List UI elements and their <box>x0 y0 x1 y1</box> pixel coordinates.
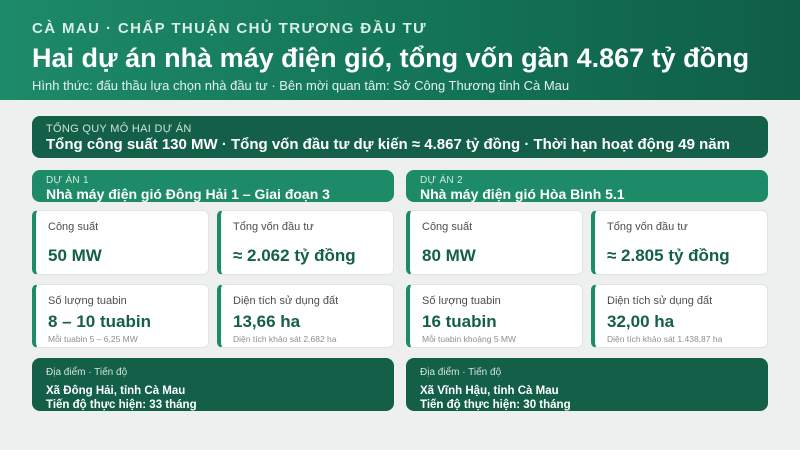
turbines-card: Số lượng tuabin 16 tuabin Mỗi tuabin kho… <box>406 284 583 348</box>
card-value: ≈ 2.805 tỷ đồng <box>607 246 730 265</box>
card-label: Tổng vốn đầu tư <box>233 221 314 233</box>
card-label: Số lượng tuabin <box>422 295 501 307</box>
capacity-card: Công suất 80 MW <box>406 210 583 275</box>
card-value: 80 MW <box>422 246 476 265</box>
area-card: Diện tích sử dụng đất 32,00 ha Diện tích… <box>591 284 768 348</box>
card-label: Công suất <box>48 221 99 233</box>
location-schedule: Tiến độ thực hiện: 30 tháng <box>420 399 571 411</box>
card-label: Diện tích sử dụng đất <box>607 295 713 307</box>
card-label: Số lượng tuabin <box>48 295 127 307</box>
card-note: Diện tích khảo sát 2.682 ha <box>233 334 337 344</box>
location-schedule: Tiến độ thực hiện: 33 tháng <box>46 399 197 411</box>
card-value: 13,66 ha <box>233 312 301 331</box>
project-header: DỰ ÁN 2 Nhà máy điện gió Hòa Bình 5.1 <box>406 170 768 202</box>
project-label: DỰ ÁN 2 <box>420 175 463 186</box>
capacity-card: Công suất 50 MW <box>32 210 209 275</box>
location-label: Địa điểm · Tiến độ <box>46 367 128 378</box>
summary-text: Tổng công suất 130 MW · Tổng vốn đầu tư … <box>46 136 730 153</box>
location-place: Xã Vĩnh Hậu, tỉnh Cà Mau <box>420 385 559 397</box>
card-label: Công suất <box>422 221 473 233</box>
card-value: ≈ 2.062 tỷ đồng <box>233 246 356 265</box>
project-header: DỰ ÁN 1 Nhà máy điện gió Đông Hải 1 – Gi… <box>32 170 394 202</box>
area-card: Diện tích sử dụng đất 13,66 ha Diện tích… <box>217 284 394 348</box>
card-note: Mỗi tuabin 5 – 6,25 MW <box>48 334 138 344</box>
project-column-1: DỰ ÁN 1 Nhà máy điện gió Đông Hải 1 – Gi… <box>32 170 394 411</box>
card-value: 32,00 ha <box>607 312 675 331</box>
project-name: Nhà máy điện gió Đông Hải 1 – Giai đoạn … <box>46 186 330 202</box>
location-label: Địa điểm · Tiến độ <box>420 367 502 378</box>
location-panel: Địa điểm · Tiến độ Xã Đông Hải, tỉnh Cà … <box>32 358 394 411</box>
card-note: Mỗi tuabin khoảng 5 MW <box>422 334 517 344</box>
summary-panel: TỔNG QUY MÔ HAI DỰ ÁN Tổng công suất 130… <box>32 116 768 158</box>
project-column-2: DỰ ÁN 2 Nhà máy điện gió Hòa Bình 5.1 Cô… <box>406 170 768 411</box>
location-panel: Địa điểm · Tiến độ Xã Vĩnh Hậu, tỉnh Cà … <box>406 358 768 411</box>
page-subtitle: Hình thức: đấu thầu lựa chọn nhà đầu tư … <box>32 78 570 93</box>
summary-label: TỔNG QUY MÔ HAI DỰ ÁN <box>46 123 192 135</box>
card-label: Diện tích sử dụng đất <box>233 295 339 307</box>
card-note: Diện tích khảo sát 1.438,87 ha <box>607 334 723 344</box>
header-banner: CÀ MAU · CHẤP THUẬN CHỦ TRƯƠNG ĐẦU TƯ Ha… <box>0 0 800 100</box>
card-value: 8 – 10 tuabin <box>48 312 151 331</box>
capital-card: Tổng vốn đầu tư ≈ 2.062 tỷ đồng <box>217 210 394 275</box>
card-value: 16 tuabin <box>422 312 497 331</box>
location-place: Xã Đông Hải, tỉnh Cà Mau <box>46 385 186 397</box>
page-title: Hai dự án nhà máy điện gió, tổng vốn gần… <box>32 43 750 73</box>
card-label: Tổng vốn đầu tư <box>607 221 688 233</box>
turbines-card: Số lượng tuabin 8 – 10 tuabin Mỗi tuabin… <box>32 284 209 348</box>
card-value: 50 MW <box>48 246 102 265</box>
capital-card: Tổng vốn đầu tư ≈ 2.805 tỷ đồng <box>591 210 768 275</box>
project-name: Nhà máy điện gió Hòa Bình 5.1 <box>420 186 625 202</box>
project-label: DỰ ÁN 1 <box>46 175 89 186</box>
header-kicker: CÀ MAU · CHẤP THUẬN CHỦ TRƯƠNG ĐẦU TƯ <box>32 20 428 37</box>
